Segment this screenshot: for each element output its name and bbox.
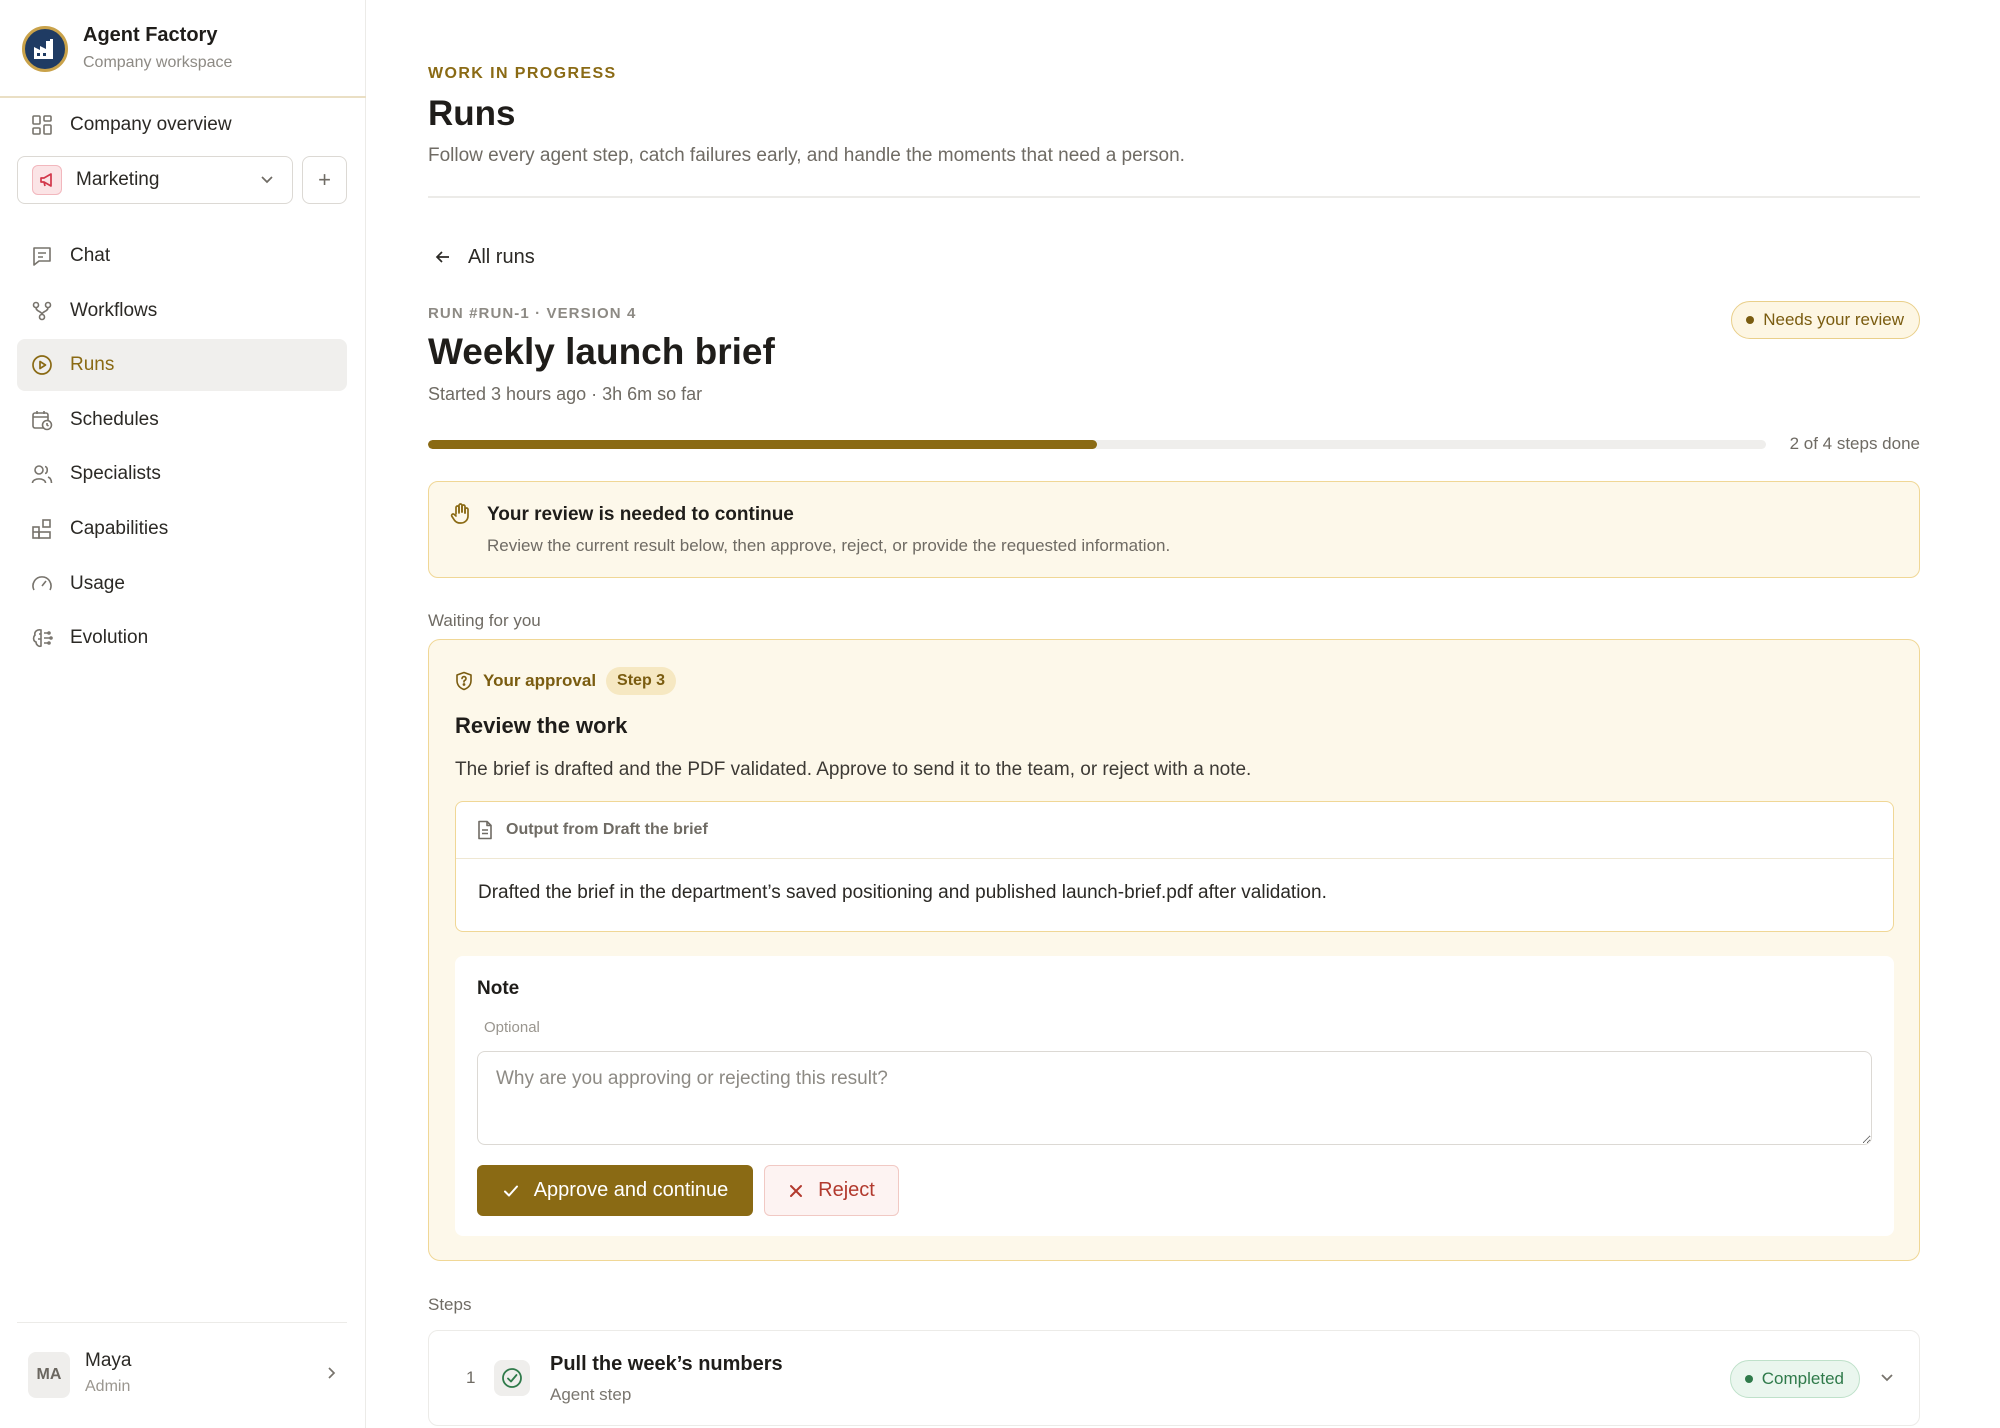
sidebar-item-label: Specialists: [70, 463, 161, 485]
check-icon: [503, 1185, 518, 1196]
sidebar-item-label: Runs: [70, 354, 115, 376]
megaphone-icon: [32, 165, 62, 195]
step-status-label: Completed: [1761, 1369, 1844, 1388]
sidebar-item-label: Workflows: [70, 299, 158, 321]
page-eyebrow: WORK IN PROGRESS: [428, 65, 617, 82]
department-name: Marketing: [76, 169, 160, 190]
run-meta: RUN #RUN-1 · VERSION 4: [428, 305, 637, 322]
status-dot: [1746, 316, 1755, 324]
user-menu[interactable]: MA Maya Admin: [28, 1350, 340, 1400]
sidebar-item-evolution[interactable]: Evolution: [17, 612, 347, 664]
progress-bar-fill: [428, 440, 1097, 449]
step-chip: Step 3: [606, 667, 677, 695]
steps-section-label: Steps: [428, 1295, 472, 1314]
sidebar-item-capabilities[interactable]: Capabilities: [17, 503, 347, 555]
play-circle-icon: [30, 353, 54, 377]
gauge-icon: [30, 572, 54, 596]
approval-header: Your approval Step 3: [455, 667, 677, 695]
sidebar-item-label: Schedules: [70, 408, 159, 430]
progress-label: 2 of 4 steps done: [1789, 434, 1920, 453]
blocks-icon: [30, 517, 54, 541]
chat-icon: [30, 244, 54, 268]
brand-divider: [0, 96, 366, 98]
output-title: Output from Draft the brief: [506, 821, 708, 838]
user-name: Maya: [85, 1350, 132, 1371]
reject-button-label: Reject: [818, 1179, 875, 1201]
sidebar-item-label: Capabilities: [70, 517, 169, 539]
note-textarea[interactable]: [477, 1051, 1872, 1145]
approve-button[interactable]: Approve and continue: [477, 1165, 753, 1216]
note-label: Note: [477, 978, 520, 999]
approval-description: The brief is drafted and the PDF validat…: [455, 759, 1252, 780]
step-title: Pull the week’s numbers: [550, 1353, 783, 1375]
workflow-icon: [30, 299, 54, 323]
user-role: Admin: [85, 1378, 131, 1395]
sidebar-item-label: Chat: [70, 245, 111, 266]
add-department-button[interactable]: +: [302, 156, 347, 204]
check-circle-icon: [494, 1360, 530, 1396]
approval-card: Your approval Step 3 Review the work The…: [428, 639, 1920, 1261]
brain-icon: [30, 626, 54, 650]
page-description: Follow every agent step, catch failures …: [428, 145, 1185, 166]
brand-subtitle: Company workspace: [83, 54, 233, 71]
avatar: MA: [28, 1352, 70, 1398]
main-content: WORK IN PROGRESS Runs Follow every agent…: [428, 0, 1920, 1428]
status-badge-label: Needs your review: [1763, 310, 1904, 329]
sidebar-item-workflows[interactable]: Workflows: [17, 285, 347, 337]
sidebar-item-schedules[interactable]: Schedules: [17, 394, 347, 446]
page-title: Runs: [428, 94, 516, 133]
status-badge: Needs your review: [1731, 301, 1920, 339]
approval-kind: Your approval: [483, 671, 597, 690]
calendar-clock-icon: [30, 408, 54, 432]
chevron-down-icon[interactable]: [1877, 1367, 1897, 1392]
sidebar-item-usage[interactable]: Usage: [17, 558, 347, 610]
department-select[interactable]: Marketing: [17, 156, 293, 204]
reject-button[interactable]: Reject: [764, 1165, 899, 1216]
progress-bar: [428, 440, 1766, 449]
back-to-all-runs-link[interactable]: All runs: [434, 242, 535, 272]
factory-logo-icon: [22, 26, 68, 72]
output-header: Output from Draft the brief: [456, 802, 1893, 859]
note-optional-hint: Optional: [484, 1019, 540, 1036]
output-panel: Output from Draft the brief Drafted the …: [455, 801, 1894, 932]
sidebar-item-label: Evolution: [70, 627, 149, 649]
users-icon: [30, 462, 54, 486]
sidebar: Agent Factory Company workspace Company …: [0, 0, 366, 1428]
review-banner-title: Your review is needed to continue: [487, 504, 794, 525]
chevron-down-icon: [258, 170, 276, 194]
note-form: Note Optional Approve and continue Rejec…: [455, 956, 1894, 1236]
document-icon: [478, 820, 492, 840]
nav-company-overview[interactable]: Company overview: [30, 108, 350, 142]
arrow-left-icon: [435, 251, 449, 263]
approval-title: Review the work: [455, 713, 628, 738]
waiting-section-label: Waiting for you: [428, 611, 541, 630]
sidebar-item-chat[interactable]: Chat: [17, 230, 347, 282]
step-number: 1: [466, 1368, 476, 1387]
step-subtitle: Agent step: [550, 1385, 632, 1404]
back-link-label: All runs: [468, 245, 535, 268]
review-banner-description: Review the current result below, then ap…: [487, 536, 1171, 555]
run-title: Weekly launch brief: [428, 331, 775, 372]
brand-name: Agent Factory: [83, 24, 218, 46]
hand-icon: [449, 502, 473, 531]
sidebar-nav: Chat Workflows Runs Schedules Specialist…: [17, 230, 347, 667]
status-dot: [1744, 1375, 1753, 1383]
close-icon: [790, 1184, 803, 1197]
grid-icon: [30, 113, 54, 137]
step-row[interactable]: 1 Pull the week’s numbers Agent step Com…: [428, 1330, 1920, 1426]
output-body: Drafted the brief in the department’s sa…: [478, 882, 1327, 903]
sidebar-footer-divider: [17, 1322, 347, 1323]
run-started: Started 3 hours ago · 3h 6m so far: [428, 384, 703, 404]
shield-question-icon: [456, 671, 472, 691]
review-needed-banner: Your review is needed to continue Review…: [428, 481, 1920, 578]
sidebar-item-specialists[interactable]: Specialists: [17, 448, 347, 500]
approve-button-label: Approve and continue: [533, 1179, 729, 1201]
header-divider: [428, 196, 1920, 198]
chevron-right-icon: [322, 1364, 340, 1387]
brand[interactable]: Agent Factory Company workspace: [22, 24, 342, 76]
step-status-badge: Completed: [1729, 1360, 1860, 1398]
sidebar-item-label: Usage: [70, 572, 125, 594]
sidebar-item-runs[interactable]: Runs: [17, 339, 347, 392]
nav-company-overview-label: Company overview: [70, 114, 232, 135]
